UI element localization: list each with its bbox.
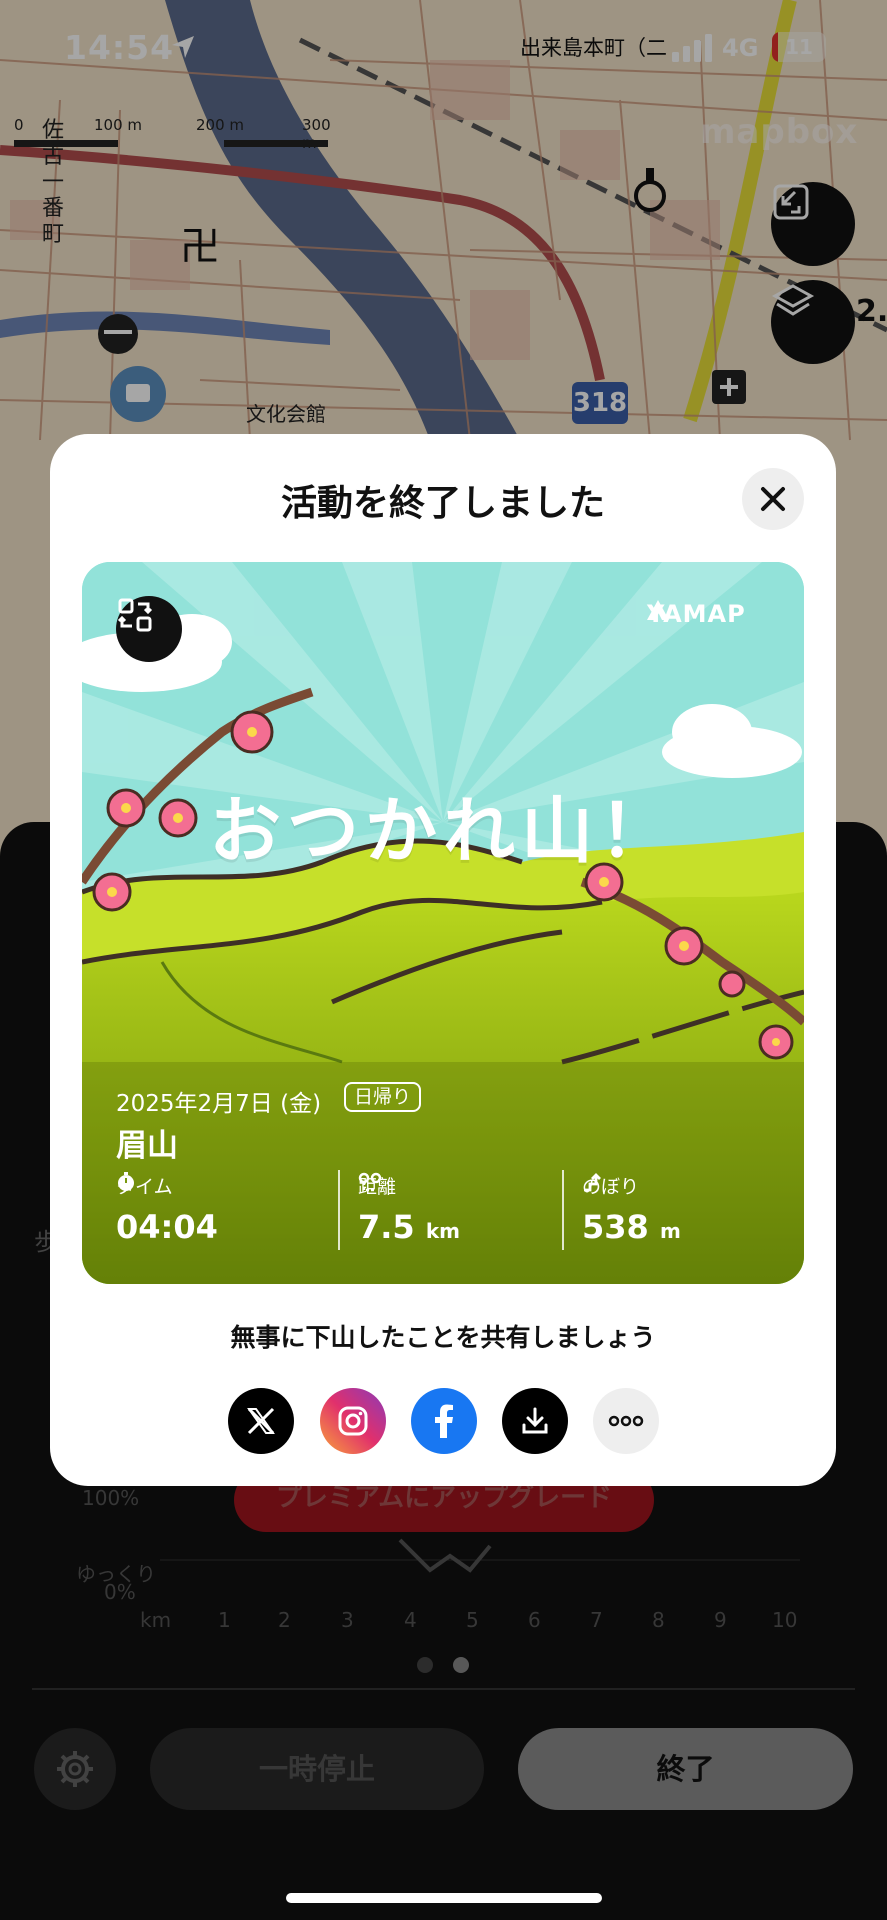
stat-ascent-label-row: のぼり [582, 1172, 639, 1199]
ascent-icon [584, 1173, 601, 1192]
stat-distance-label-row: 距離 [358, 1172, 396, 1199]
share-prompt: 無事に下山したことを共有しましょう [230, 1323, 656, 1352]
stat-time-value: 04:04 [116, 1208, 218, 1246]
stat-divider [562, 1170, 564, 1250]
home-indicator[interactable] [286, 1893, 602, 1903]
card-illustration [82, 562, 804, 1284]
download-icon [522, 1407, 548, 1434]
stat-time-number: 04:04 [116, 1208, 218, 1246]
stat-distance-value: 7.5 km [358, 1208, 460, 1246]
more-share-button[interactable] [593, 1388, 659, 1454]
mountain-name: 眉山 [116, 1128, 178, 1164]
distance-pin-icon [358, 1172, 382, 1192]
trip-type-badge: 日帰り [344, 1082, 422, 1112]
stat-distance-number: 7.5 [358, 1208, 415, 1246]
close-button[interactable] [742, 468, 804, 530]
more-dots-icon [608, 1415, 644, 1427]
stat-ascent-unit: m [659, 1219, 681, 1243]
close-icon [761, 487, 785, 511]
activity-date: 2025年2月7日 (金) [116, 1091, 322, 1117]
stopwatch-icon [118, 1172, 134, 1191]
x-share-button[interactable] [228, 1388, 294, 1454]
swap-icon [117, 598, 153, 632]
summary-card: YAMAP おつかれ山！ 2025年2月7日 (金) 日帰り 眉山 タイム 04… [82, 562, 804, 1284]
x-logo-icon [247, 1407, 275, 1435]
facebook-logo-icon [435, 1404, 453, 1438]
facebook-share-button[interactable] [411, 1388, 477, 1454]
modal-title: 活動を終了しました [280, 483, 605, 524]
card-headline: おつかれ山！ [208, 789, 677, 873]
stat-ascent-number: 538 [582, 1208, 649, 1246]
download-button[interactable] [502, 1388, 568, 1454]
yamap-mountain-icon [647, 600, 669, 620]
swap-card-button[interactable] [116, 596, 182, 662]
stat-ascent-value: 538 m [582, 1208, 681, 1246]
stat-distance-unit: km [425, 1219, 460, 1243]
instagram-logo-icon [338, 1406, 368, 1436]
activity-finished-modal: 活動を終了しました YAMAP おつかれ山！ 2025年2月7日 (金) 日帰り… [50, 434, 836, 1486]
stat-time-label-row: タイム [116, 1172, 173, 1199]
screen: 卍 0 100 m 200 m 300 m 佐古一番町 文化会館 318 map… [0, 0, 887, 1920]
instagram-share-button[interactable] [320, 1388, 386, 1454]
yamap-logo: YAMAP [647, 600, 746, 628]
stat-divider [338, 1170, 340, 1250]
